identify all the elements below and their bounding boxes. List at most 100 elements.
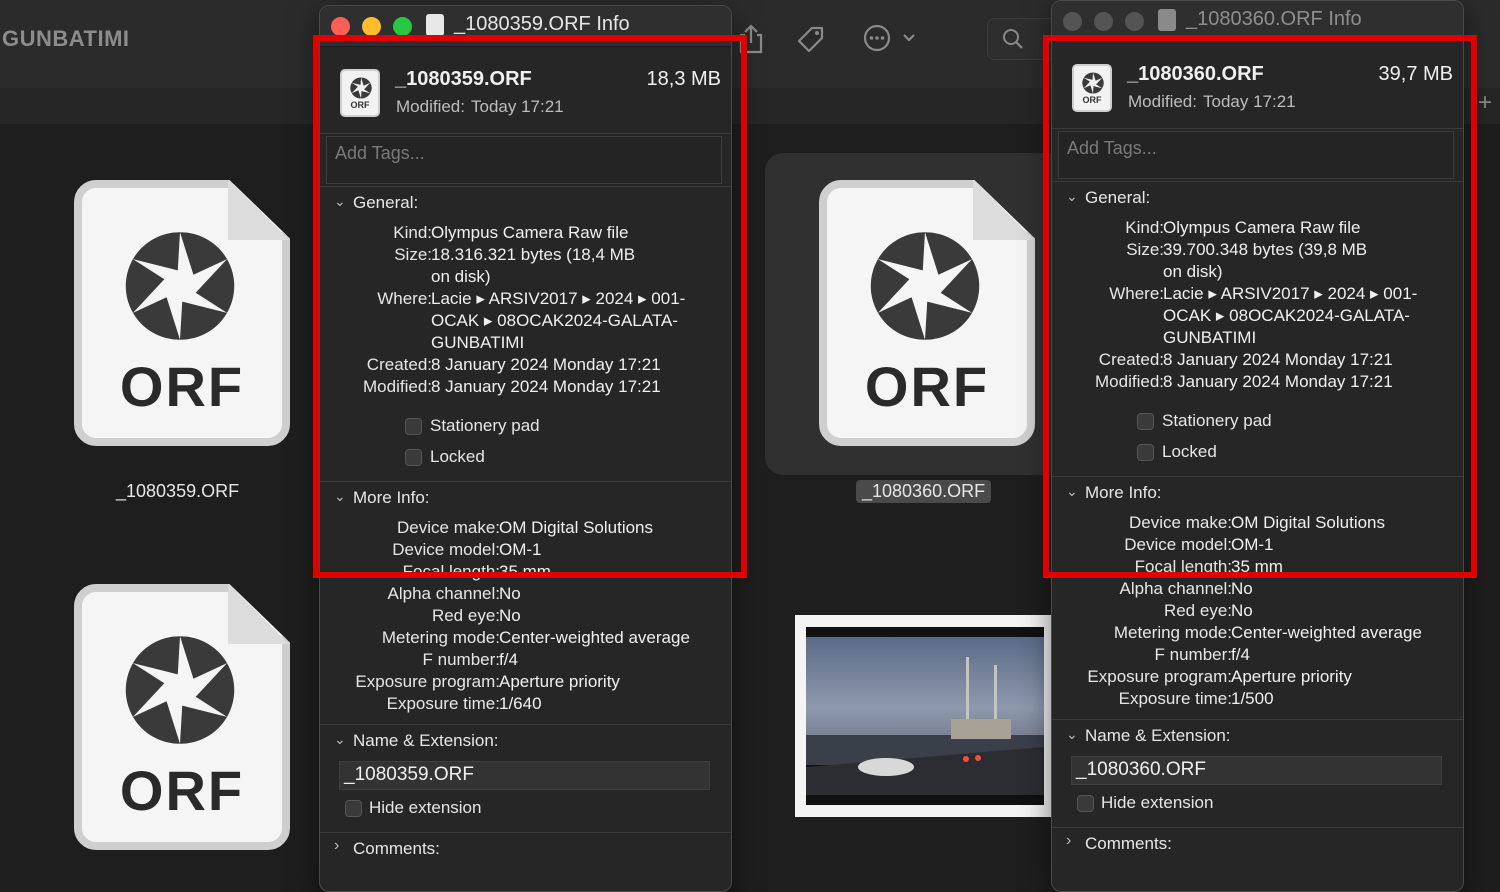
window-titlebar[interactable]: _1080359.ORF Info (320, 6, 731, 47)
section-title: More Info: (1085, 483, 1162, 502)
general-disclosure[interactable]: ⌄ General: (320, 187, 731, 219)
where-row-cont: OCAK ▸ 08OCAK2024-GALATA- (431, 311, 678, 330)
where-row: Where: Lacie ▸ ARSIV2017 ▸ 2024 ▸ 001- (1109, 284, 1418, 303)
sunset-photo-image (806, 627, 1044, 805)
modified-summary: Modified: Today 17:21 (1128, 92, 1296, 111)
file-name-input[interactable]: _1080359.ORF (339, 761, 710, 790)
more-info-section: ⌄ More Info: Device make: OM Digital Solu… (1052, 477, 1463, 720)
info-header: ORF _1080360.ORF 39,7 MB Modified: Today … (1052, 42, 1463, 129)
name-extension-disclosure[interactable]: ⌄ Name & Extension: (320, 725, 731, 757)
section-title: General: (1085, 188, 1151, 207)
tags-placeholder: Add Tags... (1067, 138, 1157, 158)
modified-summary: Modified: Today 17:21 (396, 97, 564, 116)
where-row: Where: Lacie ▸ ARSIV2017 ▸ 2024 ▸ 001- (377, 289, 686, 308)
where-row-cont: GUNBATIMI (431, 333, 525, 352)
zoom-button[interactable] (393, 17, 412, 36)
more-info-row: Red eye: No (1163, 601, 1253, 620)
file-icon-orf[interactable]: ORF (74, 584, 290, 850)
chevron-down-icon: ⌄ (1066, 188, 1078, 204)
window-title: _1080359.ORF Info (454, 13, 630, 35)
chevron-right-icon: › (1066, 832, 1072, 849)
kind-row: Kind: Olympus Camera Raw file (393, 223, 629, 242)
file-extension-label: ORF (119, 355, 245, 418)
window-titlebar[interactable]: _1080360.ORF Info (1052, 1, 1463, 42)
stationery-pad-row[interactable]: Stationery pad (1052, 408, 1463, 439)
checkbox-label: Hide extension (369, 798, 482, 817)
size-row-cont: on disk) (431, 267, 491, 286)
minimize-button[interactable] (362, 17, 381, 36)
close-button[interactable] (331, 17, 350, 36)
file-icon-orf-selected[interactable]: ORF (819, 180, 1035, 446)
stationery-pad-checkbox[interactable] (1137, 413, 1154, 430)
photo-thumbnail[interactable] (795, 615, 1053, 817)
share-icon[interactable] (737, 24, 765, 58)
ellipsis-circle-icon[interactable] (863, 24, 917, 56)
name-field-row: _1080360.ORF (1052, 752, 1463, 790)
locked-checkbox[interactable] (405, 449, 422, 466)
document-proxy-icon[interactable] (426, 14, 444, 36)
hide-extension-checkbox[interactable] (1077, 795, 1094, 812)
file-size: 39,7 MB (1378, 63, 1453, 85)
more-info-disclosure[interactable]: ⌄ More Info: (1052, 477, 1463, 509)
more-info-row: Device make: OM Digital Solutions (1129, 513, 1386, 532)
stationery-pad-checkbox[interactable] (405, 418, 422, 435)
name-field-row: _1080359.ORF (320, 757, 731, 795)
more-info-row: F number: f/4 (1154, 645, 1250, 664)
file-name-input-value: _1080359.ORF (344, 764, 474, 785)
general-disclosure[interactable]: ⌄ General: (1052, 182, 1463, 214)
hide-extension-row[interactable]: Hide extension (1052, 790, 1463, 821)
zoom-button[interactable] (1125, 12, 1144, 31)
size-row-cont: on disk) (1163, 262, 1223, 281)
more-info-row: Device model: OM-1 (1124, 535, 1274, 554)
checkbox-label: Locked (430, 447, 485, 466)
chevron-right-icon: › (334, 837, 340, 854)
created-row: Created: 8 January 2024 Monday 17:21 (1098, 350, 1393, 369)
more-info-row: Alpha channel: No (1119, 579, 1253, 598)
locked-checkbox[interactable] (1137, 444, 1154, 461)
aperture-icon (125, 636, 235, 744)
comments-disclosure[interactable]: › Comments: (320, 833, 731, 865)
hide-extension-checkbox[interactable] (345, 800, 362, 817)
section-title: Name & Extension: (353, 731, 499, 750)
more-info-row: Focal length: 35 mm (402, 562, 551, 581)
tags-input[interactable]: Add Tags... (1058, 131, 1454, 179)
where-row-cont: GUNBATIMI (1163, 328, 1257, 347)
checkbox-label: Stationery pad (1162, 411, 1272, 430)
file-name-label-selected[interactable]: _1080360.ORF (856, 480, 992, 503)
tags-input[interactable]: Add Tags... (326, 136, 722, 184)
tag-icon[interactable] (796, 24, 826, 58)
plus-icon[interactable]: + (1478, 90, 1492, 116)
locked-row[interactable]: Locked (320, 444, 731, 475)
checkbox-label: Locked (1162, 442, 1217, 461)
folder-title: GUNBATIMI (2, 26, 130, 51)
more-info-row: Exposure time: 1/500 (1118, 689, 1274, 708)
hide-extension-row[interactable]: Hide extension (320, 795, 731, 826)
more-info-disclosure[interactable]: ⌄ More Info: (320, 482, 731, 514)
more-info-row: Device model: OM-1 (392, 540, 542, 559)
aperture-icon (1082, 72, 1104, 94)
stationery-pad-row[interactable]: Stationery pad (320, 413, 731, 444)
close-button[interactable] (1063, 12, 1082, 31)
info-window-1080360[interactable]: _1080360.ORF Info ORF _1080360.ORF 39,7 … (1051, 0, 1464, 892)
size-row: Size: 18.316.321 bytes (18,4 MB (394, 245, 636, 264)
minimize-button[interactable] (1094, 12, 1113, 31)
name-extension-section: ⌄ Name & Extension: _1080359.ORF Hide ex… (320, 725, 731, 833)
file-extension-label: ORF (350, 100, 370, 110)
name-extension-section: ⌄ Name & Extension: _1080360.ORF Hide ex… (1052, 720, 1463, 828)
aperture-icon (125, 232, 235, 340)
more-info-row: Metering mode: Center-weighted average (1113, 623, 1422, 642)
file-icon-orf: ORF (340, 69, 380, 117)
kind-row: Kind: Olympus Camera Raw file (1125, 218, 1361, 237)
locked-row[interactable]: Locked (1052, 439, 1463, 470)
info-window-1080359[interactable]: _1080359.ORF Info ORF _1080359.ORF 18,3 … (319, 5, 732, 892)
comments-disclosure[interactable]: › Comments: (1052, 828, 1463, 860)
file-name-input[interactable]: _1080360.ORF (1071, 756, 1442, 785)
size-row: Size: 39.700.348 bytes (39,8 MB (1126, 240, 1368, 259)
file-icon-orf: ORF (1072, 64, 1112, 112)
document-proxy-icon[interactable] (1158, 9, 1176, 31)
name-extension-disclosure[interactable]: ⌄ Name & Extension: (1052, 720, 1463, 752)
info-header: ORF _1080359.ORF 18,3 MB Modified: Today … (320, 47, 731, 134)
file-icon-orf[interactable]: ORF (74, 180, 290, 446)
file-name-label[interactable]: _1080359.ORF (116, 481, 239, 502)
search-field[interactable] (987, 18, 1059, 60)
